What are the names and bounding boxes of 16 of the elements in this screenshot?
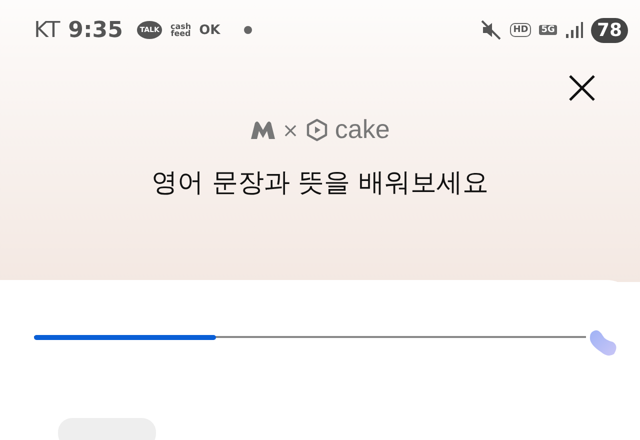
- mute-icon: [480, 19, 502, 41]
- brand-name: cake: [334, 114, 390, 145]
- network-indicator: 5G: [539, 25, 557, 35]
- battery-level: 78: [590, 18, 628, 42]
- dot-icon: [244, 26, 252, 34]
- page-title: 영어 문장과 뜻을 배워보세요: [150, 167, 490, 200]
- notification-icon: cash feed: [170, 22, 192, 38]
- carrier-name: KT: [34, 18, 60, 42]
- close-button[interactable]: [568, 74, 596, 102]
- logo-separator: ×: [282, 118, 299, 142]
- network-indicator: HD: [510, 23, 532, 37]
- logo-icon: [250, 120, 276, 140]
- notification-icon: OK: [199, 22, 220, 38]
- clock-time: 9:35: [68, 18, 123, 42]
- signal-icon: [564, 21, 583, 39]
- play-hexagon-icon: [304, 118, 329, 142]
